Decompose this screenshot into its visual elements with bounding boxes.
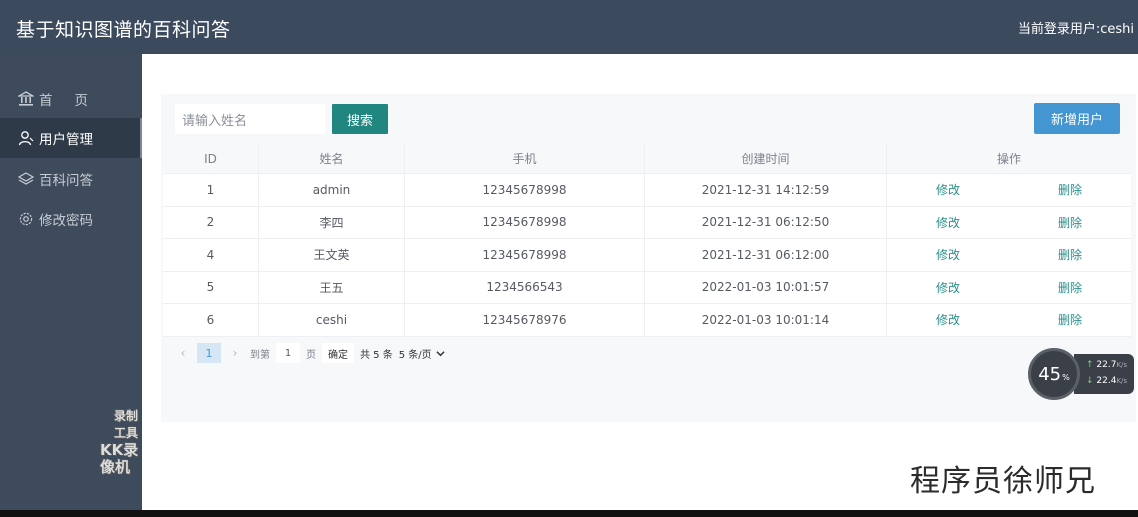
cell-phone: 1234566543 <box>405 271 645 303</box>
table-header-row: ID 姓名 手机 创建时间 操作 <box>163 144 1131 174</box>
sidebar-item-encyclopedia-qa[interactable]: 百科问答 <box>0 159 142 199</box>
user-table: ID 姓名 手机 创建时间 操作 1 admin 12345678998 202… <box>163 144 1131 337</box>
table-row: 1 admin 12345678998 2021-12-31 14:12:59 … <box>163 174 1131 207</box>
goto-prefix: 到第 <box>250 349 270 361</box>
user-list-card: 请输入姓名 搜索 新增用户 ID 姓名 手机 创建时间 操作 1 admin 1… <box>161 94 1136 422</box>
recorder-watermark-line1: 录制工具 <box>114 409 139 440</box>
cell-name: 王文英 <box>259 239 405 271</box>
download-speed: 22.4 <box>1096 376 1117 386</box>
table-row: 2 李四 12345678998 2021-12-31 06:12:50 修改删… <box>163 206 1131 239</box>
sidebar-item-user-management[interactable]: 用户管理 <box>0 118 142 158</box>
sidebar-item-label: 修改密码 <box>39 213 93 229</box>
cell-id: 2 <box>163 206 259 238</box>
cell-name: 李四 <box>259 206 405 238</box>
cell-id: 6 <box>163 304 259 336</box>
layers-icon <box>18 171 34 187</box>
cell-id: 5 <box>163 271 259 303</box>
upload-speed: 22.7 <box>1096 360 1117 370</box>
top-header: 基于知识图谱的百科问答 当前登录用户:ceshi <box>0 0 1138 54</box>
cell-phone: 12345678998 <box>405 239 645 271</box>
speed-percent-unit: % <box>1062 372 1070 382</box>
recorder-watermark: 录制工具 KK录像机 <box>100 408 142 476</box>
table-row: 6 ceshi 12345678976 2022-01-03 10:01:14 … <box>163 304 1131 337</box>
sidebar-item-label: 首页 <box>39 93 110 109</box>
upload-unit: K/s <box>1116 361 1128 369</box>
table-row: 4 王文英 12345678998 2021-12-31 06:12:00 修改… <box>163 239 1131 272</box>
column-header-name[interactable]: 姓名 <box>259 144 405 173</box>
gear-icon <box>18 211 34 227</box>
cell-actions: 修改 删除 <box>887 174 1131 206</box>
delete-link[interactable]: 删除 <box>1009 311 1131 328</box>
network-speed-widget[interactable]: ↑ 22.7K/s ↓ 22.4K/s 45% <box>1028 348 1136 400</box>
total-count: 共 5 条 <box>360 349 393 361</box>
cell-actions: 修改 删除 <box>887 207 1131 239</box>
sidebar: 首页 用户管理 百科问答 修改密码 录制工具 KK录像机 <box>0 54 142 510</box>
table-row: 5 王五 1234566543 2022-01-03 10:01:57 修改 删除 <box>163 271 1131 304</box>
cell-phone: 12345678998 <box>405 206 645 238</box>
goto-confirm-button[interactable]: 确定 <box>322 343 354 363</box>
cell-created: 2021-12-31 06:12:00 <box>645 239 887 271</box>
page-size-value: 5 条/页 <box>398 349 432 361</box>
sidebar-item-home[interactable]: 首页 <box>0 79 142 119</box>
pagination: ‹ 1 › 到第 1 页 确定 共 5 条 5 条/页 <box>172 342 445 364</box>
speed-percent-circle: 45% <box>1028 348 1080 400</box>
cell-phone: 12345678976 <box>405 304 645 336</box>
speed-percent: 45 <box>1038 363 1062 385</box>
edit-link[interactable]: 修改 <box>887 279 1009 296</box>
recorder-watermark-line2: KK录像机 <box>100 441 139 476</box>
column-header-created[interactable]: 创建时间 <box>645 144 887 173</box>
cell-created: 2022-01-03 10:01:57 <box>645 271 887 303</box>
edit-link[interactable]: 修改 <box>887 246 1009 263</box>
cell-id: 1 <box>163 174 259 206</box>
upload-arrow-icon: ↑ <box>1086 360 1094 370</box>
current-user-label: 当前登录用户:ceshi <box>1017 22 1134 37</box>
goto-suffix: 页 <box>306 349 316 361</box>
sidebar-item-change-password[interactable]: 修改密码 <box>0 199 142 239</box>
prev-page-icon[interactable]: ‹ <box>172 346 194 360</box>
goto-page-input[interactable]: 1 <box>276 343 300 363</box>
cell-name: ceshi <box>259 304 405 336</box>
speed-panel: ↑ 22.7K/s ↓ 22.4K/s <box>1074 354 1134 394</box>
next-page-icon[interactable]: › <box>224 346 246 360</box>
user-icon <box>18 130 34 146</box>
cell-actions: 修改 删除 <box>887 239 1131 271</box>
search-button[interactable]: 搜索 <box>332 104 388 134</box>
delete-link[interactable]: 删除 <box>1009 279 1131 296</box>
edit-link[interactable]: 修改 <box>887 214 1009 231</box>
search-input[interactable]: 请输入姓名 <box>175 104 325 134</box>
chevron-down-icon <box>436 350 445 356</box>
cell-name: admin <box>259 174 405 206</box>
main-content: 请输入姓名 搜索 新增用户 ID 姓名 手机 创建时间 操作 1 admin 1… <box>142 54 1138 510</box>
delete-link[interactable]: 删除 <box>1009 181 1131 198</box>
cell-actions: 修改 删除 <box>887 304 1131 336</box>
cell-created: 2021-12-31 06:12:50 <box>645 206 887 238</box>
sidebar-item-label: 用户管理 <box>39 132 93 148</box>
cell-created: 2022-01-03 10:01:14 <box>645 304 887 336</box>
delete-link[interactable]: 删除 <box>1009 246 1131 263</box>
bottom-edge <box>0 510 1138 517</box>
edit-link[interactable]: 修改 <box>887 181 1009 198</box>
cell-created: 2021-12-31 14:12:59 <box>645 174 887 206</box>
download-unit: K/s <box>1116 377 1128 385</box>
cell-phone: 12345678998 <box>405 174 645 206</box>
app-title: 基于知识图谱的百科问答 <box>16 19 231 41</box>
sidebar-item-label: 百科问答 <box>39 173 93 189</box>
cell-actions: 修改 删除 <box>887 272 1131 304</box>
page-size-select[interactable]: 5 条/页 <box>399 346 445 361</box>
download-arrow-icon: ↓ <box>1086 376 1094 386</box>
delete-link[interactable]: 删除 <box>1009 214 1131 231</box>
column-header-phone[interactable]: 手机 <box>405 144 645 173</box>
column-header-id[interactable]: ID <box>163 144 259 173</box>
cell-id: 4 <box>163 239 259 271</box>
cell-name: 王五 <box>259 271 405 303</box>
edit-link[interactable]: 修改 <box>887 311 1009 328</box>
add-user-button[interactable]: 新增用户 <box>1034 103 1120 134</box>
column-header-actions: 操作 <box>996 152 1021 166</box>
bank-icon <box>18 91 34 107</box>
page-number-current[interactable]: 1 <box>197 343 221 363</box>
author-watermark: 程序员徐师兄 <box>910 464 1096 499</box>
